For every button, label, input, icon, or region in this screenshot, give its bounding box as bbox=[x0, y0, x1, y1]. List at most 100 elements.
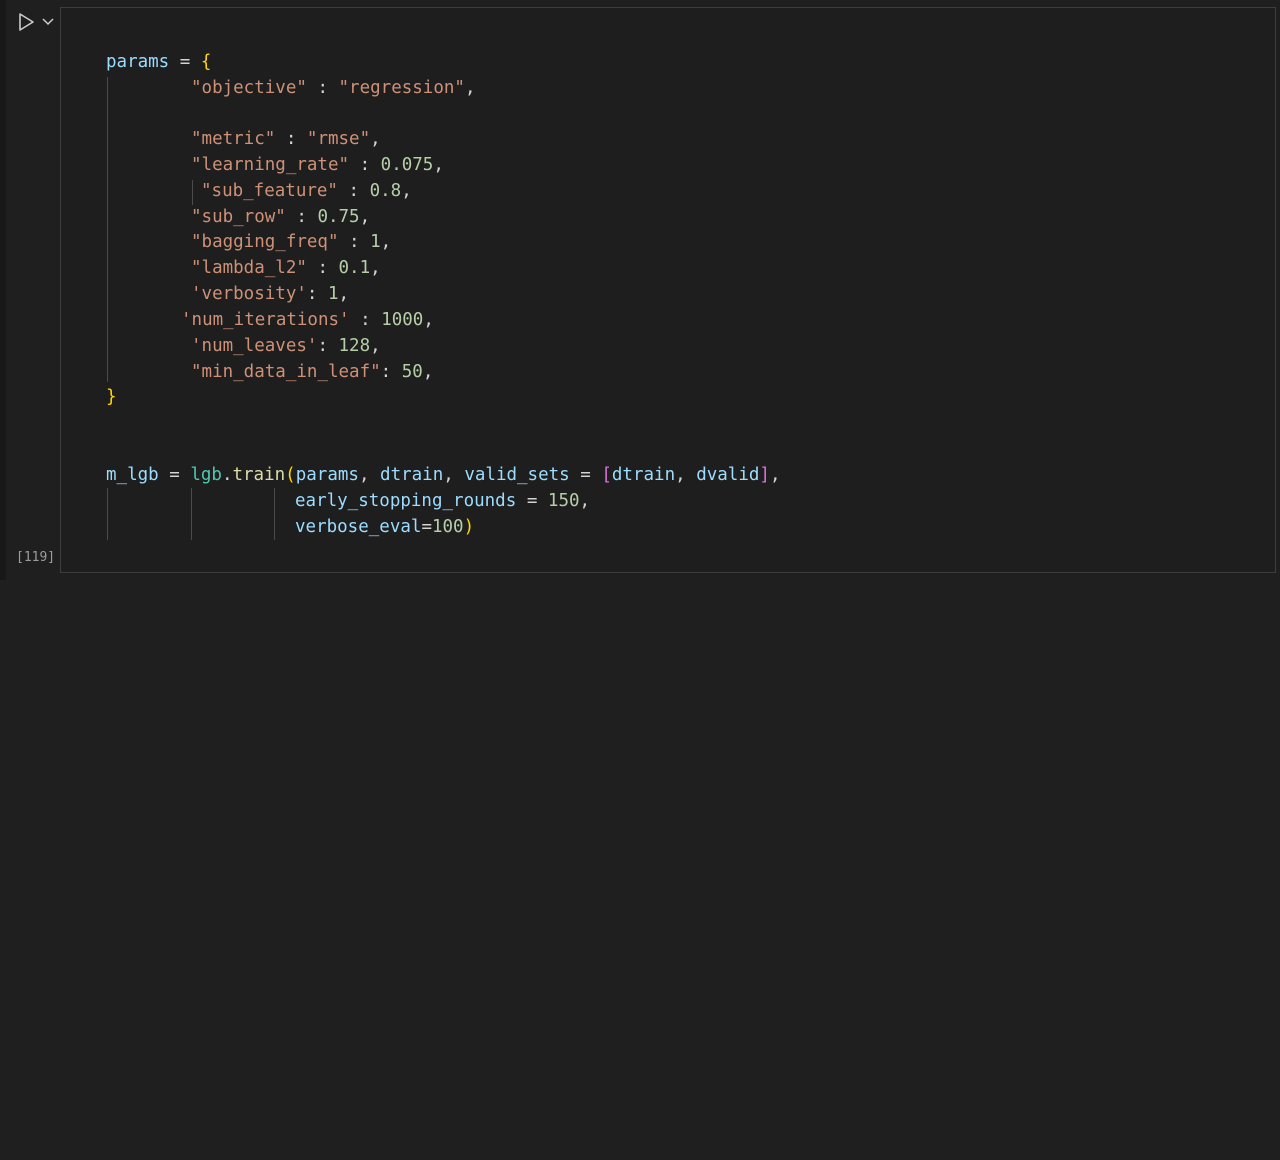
indent-guide bbox=[274, 488, 275, 540]
separator: : bbox=[380, 362, 402, 382]
separator: : bbox=[349, 155, 381, 175]
code-line: m_lgb = lgb.train(params, dtrain, valid_… bbox=[106, 463, 781, 489]
dict-key: "sub_row" bbox=[191, 207, 286, 227]
dict-key: 'verbosity' bbox=[191, 284, 307, 304]
code-cell[interactable]: params = { "objective" : "regression", "… bbox=[60, 7, 1276, 573]
bracket: { bbox=[200, 52, 212, 72]
code-line: early_stopping_rounds = 150, bbox=[295, 489, 590, 515]
dict-value: 0.75 bbox=[317, 207, 360, 227]
punctuation: , bbox=[443, 465, 454, 485]
separator: : bbox=[306, 258, 339, 278]
separator: : bbox=[338, 232, 371, 252]
cell-gutter bbox=[6, 0, 60, 580]
punctuation: , bbox=[423, 310, 434, 330]
argument: dtrain bbox=[380, 465, 444, 485]
dict-value: 0.8 bbox=[369, 181, 402, 201]
code-line: "objective" : "regression", bbox=[191, 76, 476, 102]
code-line: "min_data_in_leaf": 50, bbox=[191, 360, 433, 386]
code-editor[interactable]: params = { "objective" : "regression", "… bbox=[61, 8, 781, 1160]
dict-value: 0.075 bbox=[380, 155, 434, 175]
bracket: } bbox=[106, 387, 117, 407]
module-name: lgb bbox=[190, 465, 222, 485]
execution-count: [119] bbox=[16, 550, 56, 565]
dict-value: 1 bbox=[370, 232, 381, 252]
dict-key: "metric" bbox=[191, 129, 276, 149]
punctuation: , bbox=[370, 336, 381, 356]
bracket: [ bbox=[601, 465, 612, 485]
dict-key: "sub_feature" bbox=[201, 181, 338, 201]
punctuation: , bbox=[358, 465, 370, 485]
punctuation: , bbox=[370, 129, 381, 149]
argument-value: 150 bbox=[547, 491, 580, 511]
punctuation: , bbox=[359, 207, 371, 227]
punctuation: , bbox=[401, 181, 412, 201]
dict-key: "learning_rate" bbox=[191, 155, 350, 175]
code-line: "sub_feature" : 0.8, bbox=[201, 179, 412, 205]
chevron-down-icon[interactable] bbox=[41, 13, 55, 29]
code-line: 'num_iterations' : 1000, bbox=[181, 308, 434, 334]
keyword-argument: verbose_eval bbox=[295, 517, 422, 537]
dict-value: "regression" bbox=[338, 78, 465, 98]
dict-value: 128 bbox=[338, 336, 371, 356]
punctuation: , bbox=[675, 465, 686, 485]
dict-value: 1 bbox=[327, 284, 339, 304]
dict-value: "rmse" bbox=[306, 129, 371, 149]
separator: : bbox=[285, 207, 318, 227]
punctuation: , bbox=[370, 258, 381, 278]
separator: : bbox=[317, 336, 339, 356]
code-line: "metric" : "rmse", bbox=[191, 127, 381, 153]
indent-guide bbox=[192, 180, 193, 205]
separator: : bbox=[275, 129, 307, 149]
code-line: "bagging_freq" : 1, bbox=[191, 230, 391, 256]
dict-key: "min_data_in_leaf" bbox=[191, 362, 381, 382]
argument-value: 100 bbox=[431, 517, 464, 537]
dict-key: "objective" bbox=[191, 78, 307, 98]
operator: = bbox=[179, 52, 191, 72]
play-icon[interactable] bbox=[16, 12, 36, 32]
bracket: ( bbox=[285, 465, 296, 485]
bracket: ) bbox=[463, 517, 475, 537]
punctuation: , bbox=[380, 232, 392, 252]
dict-value: 1000 bbox=[381, 310, 424, 330]
code-line: } bbox=[106, 385, 117, 411]
code-line: verbose_eval=100) bbox=[295, 515, 474, 541]
model-variable: m_lgb bbox=[106, 465, 159, 485]
operator: = bbox=[580, 465, 591, 485]
dict-key: "lambda_l2" bbox=[191, 258, 307, 278]
separator: : bbox=[306, 78, 339, 98]
punctuation: , bbox=[579, 491, 591, 511]
keyword-argument: early_stopping_rounds bbox=[295, 491, 517, 511]
separator: : bbox=[349, 310, 382, 330]
punctuation: , bbox=[769, 465, 781, 485]
code-line: "sub_row" : 0.75, bbox=[191, 205, 370, 231]
dict-value: 0.1 bbox=[338, 258, 371, 278]
operator: = bbox=[421, 517, 432, 537]
indent-guide bbox=[107, 77, 108, 382]
indent-guide bbox=[191, 488, 192, 540]
punctuation: , bbox=[464, 78, 476, 98]
list-item: dtrain bbox=[611, 465, 676, 485]
list-item: dvalid bbox=[696, 465, 760, 485]
code-line: "learning_rate" : 0.075, bbox=[191, 153, 444, 179]
punctuation: , bbox=[338, 284, 350, 304]
code-line: 'num_leaves': 128, bbox=[191, 334, 381, 360]
dict-value: 50 bbox=[401, 362, 423, 382]
punctuation: , bbox=[422, 362, 434, 382]
indent-guide bbox=[107, 488, 108, 540]
keyword-argument: valid_sets bbox=[464, 465, 570, 485]
params-variable: params bbox=[106, 52, 170, 72]
dict-key: "bagging_freq" bbox=[191, 232, 339, 252]
code-line: 'verbosity': 1, bbox=[191, 282, 349, 308]
dict-key: 'num_leaves' bbox=[191, 336, 318, 356]
separator: : bbox=[306, 284, 328, 304]
dict-key: 'num_iterations' bbox=[181, 310, 350, 330]
separator: : bbox=[337, 181, 370, 201]
bracket: ] bbox=[759, 465, 770, 485]
argument: params bbox=[295, 465, 359, 485]
punctuation: , bbox=[433, 155, 444, 175]
function-name: train bbox=[232, 465, 286, 485]
operator: = bbox=[169, 465, 180, 485]
punctuation: . bbox=[221, 465, 233, 485]
code-line: "lambda_l2" : 0.1, bbox=[191, 256, 381, 282]
code-line: params = { bbox=[106, 50, 211, 76]
